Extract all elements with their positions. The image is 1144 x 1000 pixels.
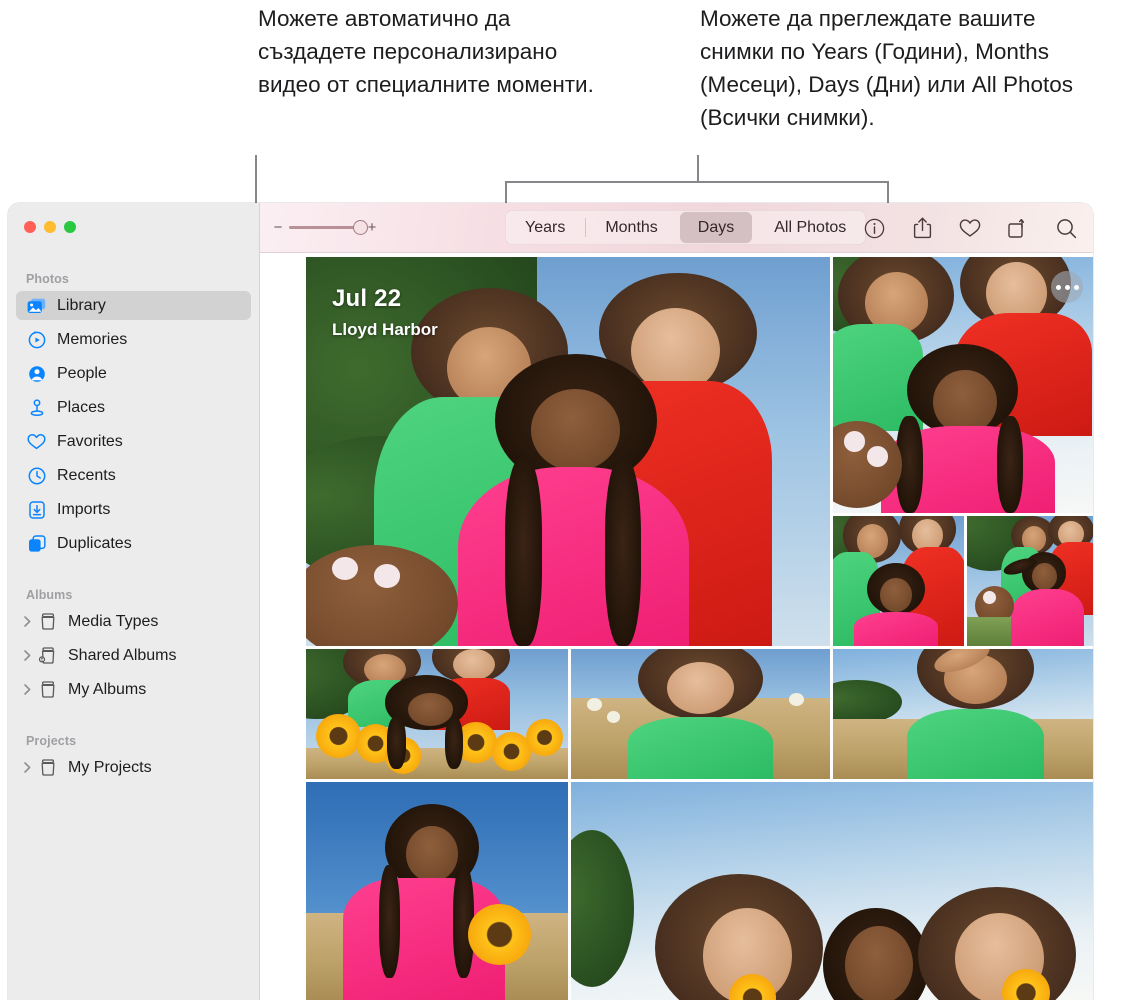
sidebar-item-duplicates[interactable]: Duplicates [16, 529, 251, 558]
library-icon [26, 296, 47, 316]
sidebar-item-memories[interactable]: Memories [16, 325, 251, 354]
shared-album-icon [37, 646, 58, 666]
photo-portrait-field[interactable] [571, 649, 830, 779]
places-icon [26, 398, 47, 418]
chevron-right-icon[interactable] [21, 650, 34, 661]
clock-icon [26, 466, 47, 486]
chevron-right-icon[interactable] [21, 684, 34, 695]
content-area: − + Years Months Days All Photos Jul 22 … [260, 203, 1093, 1000]
sidebar-item-label: Favorites [57, 432, 123, 450]
zoom-slider-knob[interactable] [353, 220, 368, 235]
sidebar-item-label: People [57, 364, 107, 382]
photo-three-laughing-sky[interactable] [571, 782, 1093, 1000]
sidebar-item-label: Media Types [68, 612, 159, 630]
chevron-right-icon[interactable] [21, 616, 34, 627]
sidebar-section-projects: Projects My Projects [8, 734, 259, 782]
sidebar-item-label: Library [57, 296, 106, 314]
sidebar: Photos Library Memories People Places Fa… [8, 203, 260, 1000]
more-options-icon[interactable] [1051, 271, 1083, 303]
sidebar-section-photos: Photos Library Memories People Places Fa… [8, 272, 259, 558]
people-icon [26, 364, 47, 384]
sidebar-item-favorites[interactable]: Favorites [16, 427, 251, 456]
photos-app-window: Photos Library Memories People Places Fa… [8, 203, 1093, 1000]
callout-right-text: Можете да преглеждате вашите снимки по Y… [700, 6, 1074, 130]
heart-icon [26, 432, 47, 452]
tab-months[interactable]: Months [585, 212, 675, 243]
zoom-slider[interactable]: − + [272, 219, 378, 236]
window-traffic-lights [24, 221, 76, 233]
import-icon [26, 500, 47, 520]
callout-right-leader-stem [697, 155, 699, 182]
sidebar-item-label: Imports [57, 500, 111, 518]
day-date-overlay: Jul 22 Lloyd Harbor [332, 285, 438, 340]
sidebar-section-header-projects: Projects [26, 734, 77, 748]
tab-years[interactable]: Years [507, 212, 583, 243]
sidebar-item-label: My Albums [68, 680, 147, 698]
info-icon[interactable] [863, 217, 885, 239]
favorite-heart-icon[interactable] [959, 217, 981, 239]
zoom-button[interactable] [64, 221, 76, 233]
zoom-out-icon[interactable]: − [272, 219, 284, 236]
sidebar-item-label: Places [57, 398, 106, 416]
sidebar-section-header-albums: Albums [26, 588, 73, 602]
sidebar-section-header-photos: Photos [26, 272, 69, 286]
day-location: Lloyd Harbor [332, 320, 438, 339]
album-icon [37, 680, 58, 700]
toolbar: − + Years Months Days All Photos [260, 203, 1093, 253]
album-icon [37, 758, 58, 778]
photo-grid[interactable]: Jul 22 Lloyd Harbor [260, 253, 1093, 1000]
sidebar-item-my-projects[interactable]: My Projects [16, 753, 251, 782]
photo-sunflowers-trio[interactable] [306, 649, 568, 779]
sidebar-item-media-types[interactable]: Media Types [16, 607, 251, 636]
close-button[interactable] [24, 221, 36, 233]
photo-braid-pull[interactable] [967, 516, 1093, 646]
sidebar-item-places[interactable]: Places [16, 393, 251, 422]
sidebar-item-library[interactable]: Library [16, 291, 251, 320]
sidebar-item-label: Shared Albums [68, 646, 177, 664]
sidebar-item-my-albums[interactable]: My Albums [16, 675, 251, 704]
sidebar-item-label: Duplicates [57, 534, 132, 552]
photo-hand-on-forehead[interactable] [833, 649, 1093, 779]
callout-right-leader-bracket [505, 181, 889, 183]
share-icon[interactable] [911, 217, 933, 239]
day-date: Jul 22 [332, 285, 402, 312]
sidebar-item-label: Recents [57, 466, 116, 484]
chevron-right-icon[interactable] [21, 762, 34, 773]
callout-left-text: Можете автоматично да създадете персонал… [258, 6, 594, 97]
photo-two-friends-braid[interactable] [833, 257, 1093, 513]
sidebar-section-albums: Albums Media Types Shared Albums My Albu… [8, 588, 259, 704]
memories-icon [26, 330, 47, 350]
sidebar-item-recents[interactable]: Recents [16, 461, 251, 490]
rotate-icon[interactable] [1007, 217, 1029, 239]
album-icon [37, 612, 58, 632]
sidebar-item-label: My Projects [68, 758, 152, 776]
photo-sunflower-selfie[interactable] [306, 782, 568, 1000]
photo-trio-closeup[interactable] [833, 516, 964, 646]
toolbar-actions [863, 203, 1077, 253]
screenshot-root: Можете автоматично да създадете персонал… [0, 0, 1144, 1000]
tab-all-photos[interactable]: All Photos [756, 212, 864, 243]
view-mode-segmented-control[interactable]: Years Months Days All Photos [505, 210, 867, 245]
sidebar-item-shared-albums[interactable]: Shared Albums [16, 641, 251, 670]
sidebar-scroll-area[interactable]: Photos Library Memories People Places Fa… [8, 270, 259, 1000]
sidebar-item-imports[interactable]: Imports [16, 495, 251, 524]
search-icon[interactable] [1055, 217, 1077, 239]
zoom-slider-track[interactable] [289, 220, 368, 235]
photo-hero-three-friends[interactable]: Jul 22 Lloyd Harbor [306, 257, 830, 646]
duplicates-icon [26, 534, 47, 554]
tab-days[interactable]: Days [679, 212, 753, 243]
sidebar-item-people[interactable]: People [16, 359, 251, 388]
minimize-button[interactable] [44, 221, 56, 233]
sidebar-item-label: Memories [57, 330, 128, 348]
